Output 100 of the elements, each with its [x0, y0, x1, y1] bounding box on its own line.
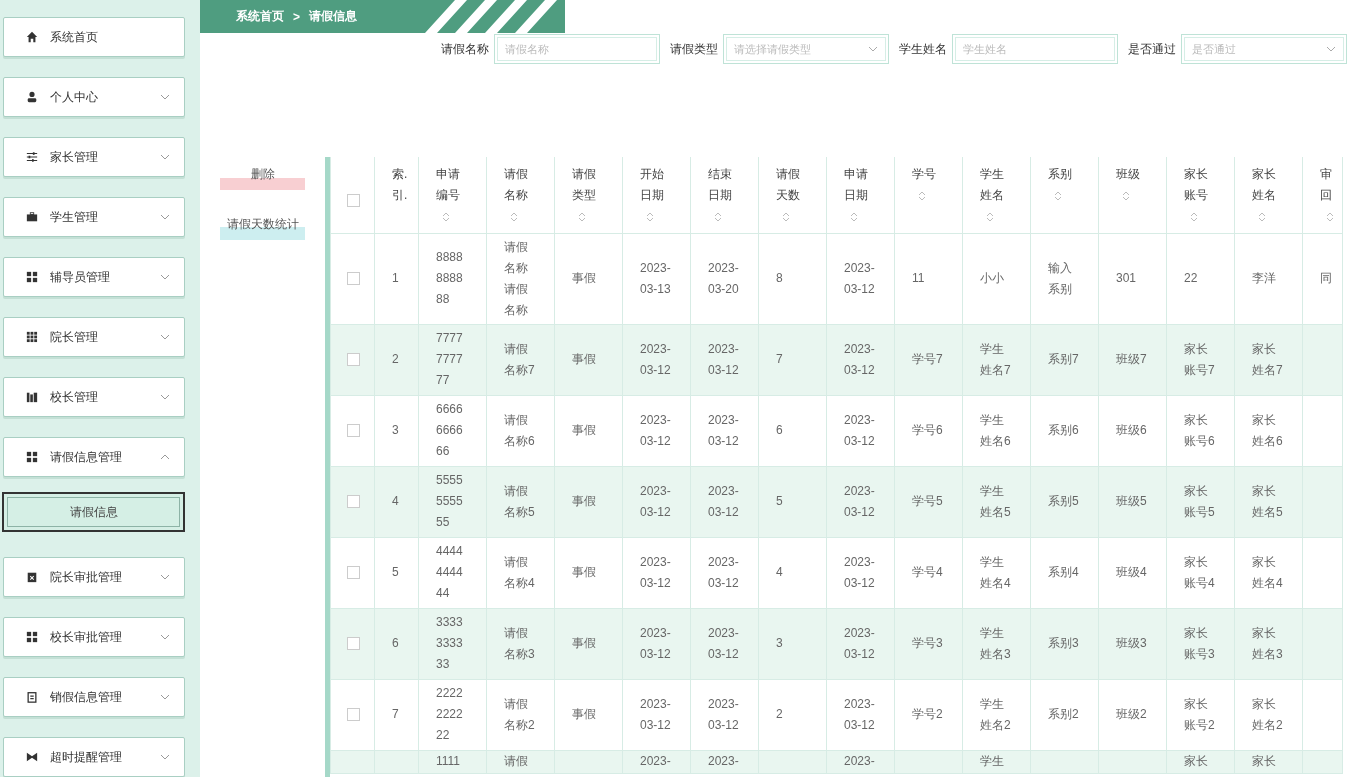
column-header[interactable]: 申请日期 — [826, 157, 895, 233]
checkbox[interactable] — [347, 272, 360, 286]
chevron-icon — [160, 694, 170, 700]
table-cell-text: 事假 — [572, 564, 597, 581]
column-header[interactable]: 请假天数 — [758, 157, 827, 233]
table-cell-text: 3333333333 — [436, 614, 464, 673]
column-header[interactable]: 开始日期 — [622, 157, 691, 233]
table-cell-text: 2 — [392, 351, 400, 368]
sort-icon[interactable] — [714, 212, 722, 222]
column-header[interactable]: 家长姓名 — [1234, 157, 1303, 233]
sort-icon[interactable] — [510, 212, 518, 222]
menu-item[interactable]: 校长管理 — [3, 377, 185, 417]
input-field[interactable]: 学生姓名 — [952, 34, 1118, 64]
column-header[interactable]: 班级 — [1098, 157, 1167, 233]
action-button[interactable]: 请假天数统计 — [220, 215, 305, 240]
table-cell-text: 家长姓名2 — [1252, 695, 1284, 734]
sort-icon[interactable] — [1258, 212, 1266, 222]
action-button[interactable]: 删除 — [220, 165, 305, 190]
checkbox[interactable] — [347, 353, 360, 367]
grid-icon — [26, 271, 38, 283]
column-header[interactable]: 审回 — [1302, 157, 1343, 233]
table-cell-text: 事假 — [572, 493, 597, 510]
column-header[interactable]: 申请编号 — [418, 157, 487, 233]
table-cell-text: 家长 — [1252, 752, 1277, 769]
table-cell-text: 家长 — [1184, 752, 1209, 769]
sort-icon[interactable] — [442, 212, 450, 222]
table-cell-text: 学号7 — [912, 351, 944, 368]
chevron-icon — [1326, 46, 1336, 52]
table-cell-text: 2023-03-12 — [844, 411, 876, 450]
menu-item[interactable]: 院长审批管理 — [3, 557, 185, 597]
input-field[interactable]: 请假名称 — [494, 34, 660, 64]
table-cell-text: 2023- — [844, 752, 876, 769]
table-cell-text: 2023-03-12 — [640, 411, 672, 450]
column-header[interactable]: 学号 — [894, 157, 963, 233]
menu-item[interactable]: 辅导员管理 — [3, 257, 185, 297]
table-cell-text: 系别3 — [1048, 635, 1080, 652]
table-cell-text: 2023-03-12 — [708, 482, 740, 521]
table-cell-text: 6 — [776, 422, 784, 439]
column-header[interactable]: 学生姓名 — [962, 157, 1031, 233]
menu-item[interactable]: 学生管理 — [3, 197, 185, 237]
table-cell-text: 学号6 — [912, 422, 944, 439]
table-cell-text: 事假 — [572, 422, 597, 439]
table-cell-text: 班级5 — [1116, 493, 1148, 510]
chevron-icon — [160, 454, 170, 460]
sort-icon[interactable] — [1054, 191, 1062, 201]
table-cell-text: 请假名称请假名称 — [504, 238, 529, 319]
checkbox[interactable] — [347, 637, 360, 651]
column-header[interactable]: 家长账号 — [1166, 157, 1235, 233]
table-cell-text: 系别7 — [1048, 351, 1080, 368]
menu-item[interactable]: 系统首页 — [3, 17, 185, 57]
table-cell-text: 班级6 — [1116, 422, 1148, 439]
checkbox[interactable] — [347, 194, 360, 207]
menu-item[interactable]: 超时提醒管理 — [3, 737, 185, 777]
table-cell-text: 李洋 — [1252, 270, 1277, 287]
chevron-icon — [160, 754, 170, 760]
menu-item[interactable]: 校长审批管理 — [3, 617, 185, 657]
sort-icon[interactable] — [1190, 212, 1198, 222]
sort-icon[interactable] — [646, 212, 654, 222]
sort-icon[interactable] — [1122, 191, 1130, 201]
checkbox[interactable] — [347, 708, 360, 722]
table-cell-text: 2023-03-12 — [640, 482, 672, 521]
column-header[interactable]: 请假类型 — [554, 157, 623, 233]
menu-item[interactable]: 销假信息管理 — [3, 677, 185, 717]
sort-icon[interactable] — [782, 212, 790, 222]
sort-icon[interactable] — [918, 191, 926, 201]
menu-item[interactable]: 请假信息管理 — [3, 437, 185, 477]
sliders-icon — [26, 151, 38, 163]
chevron-icon — [160, 274, 170, 280]
table-cell-text: 7 — [392, 706, 400, 723]
checkbox[interactable] — [347, 495, 360, 509]
table-cell-text: 2023-03-12 — [640, 695, 672, 734]
sort-icon[interactable] — [578, 212, 586, 222]
checkbox[interactable] — [347, 566, 360, 580]
table-cell-text: 家长账号6 — [1184, 411, 1216, 450]
menu-item[interactable]: 院长管理 — [3, 317, 185, 357]
table-cell-text: 家长姓名4 — [1252, 553, 1284, 592]
menu-item[interactable]: 个人中心 — [3, 77, 185, 117]
table-cell-text: 2023-03-20 — [708, 259, 740, 298]
grid-icon — [26, 631, 38, 643]
filter-label: 请假名称 — [441, 40, 489, 58]
user-icon — [26, 91, 38, 103]
column-header[interactable]: 系别 — [1030, 157, 1099, 233]
table-cell-text: 2023-03-12 — [844, 340, 876, 379]
chevron-icon — [160, 94, 170, 100]
column-header[interactable]: 索.引. — [374, 157, 419, 233]
column-header[interactable]: 请假名称 — [486, 157, 555, 233]
table-cell-text: 2023-03-12 — [844, 624, 876, 663]
sort-icon[interactable] — [1326, 212, 1334, 222]
table-cell-text: 学生姓名5 — [980, 482, 1012, 521]
table-cell-text: 5 — [776, 493, 784, 510]
menu-item[interactable]: 家长管理 — [3, 137, 185, 177]
submenu-item[interactable]: 请假信息 — [2, 492, 185, 532]
sort-icon[interactable] — [850, 212, 858, 222]
column-header[interactable]: 结束日期 — [690, 157, 759, 233]
sort-icon[interactable] — [986, 212, 994, 222]
checkbox[interactable] — [347, 424, 360, 438]
table-cell-text: 系别5 — [1048, 493, 1080, 510]
table-cell-text: 请假名称5 — [504, 482, 536, 521]
table-cell-text: 2023-03-12 — [708, 553, 740, 592]
breadcrumb-separator: > — [293, 9, 300, 24]
